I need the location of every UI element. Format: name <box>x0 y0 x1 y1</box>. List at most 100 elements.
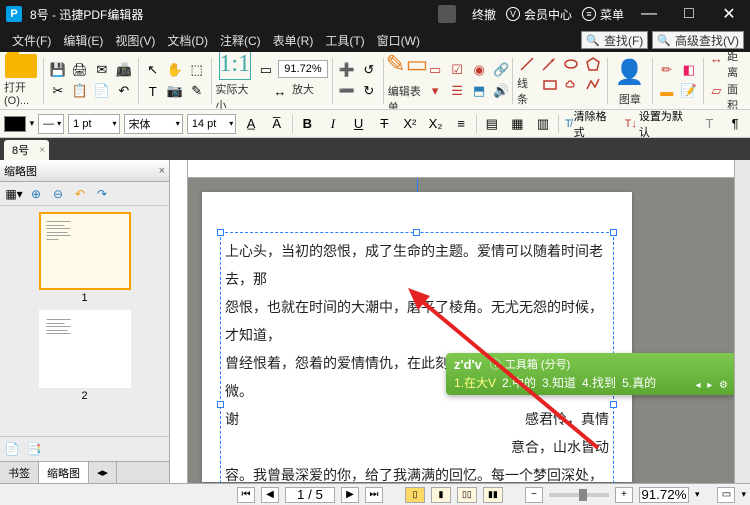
menu-file[interactable]: 文件(F) <box>6 32 57 49</box>
align-left-button[interactable]: ▤ <box>481 114 503 134</box>
decrease-font-button[interactable]: A̲ <box>240 114 262 134</box>
advanced-find-button[interactable]: 🔍高级查找(V) <box>652 31 744 49</box>
menu-comment[interactable]: 注释(C) <box>214 32 267 49</box>
pages-icon[interactable]: 📑 <box>24 439 44 459</box>
line-shape-icon[interactable] <box>517 54 537 74</box>
thumb-rotate-left-icon[interactable]: ↶ <box>70 184 90 204</box>
zoom-in-button[interactable]: + <box>615 487 633 503</box>
scan-icon[interactable]: 📠 <box>114 60 134 80</box>
thumb-zoom-out-icon[interactable]: ⊖ <box>48 184 68 204</box>
edit-form-button[interactable]: ✎▭ 编辑表单 <box>388 52 426 110</box>
button-icon[interactable]: ⬒ <box>469 81 489 101</box>
align-right-button[interactable]: ▥ <box>532 114 554 134</box>
first-page-button[interactable]: ⏮ <box>237 487 255 503</box>
mail-icon[interactable]: ✉ <box>92 60 112 80</box>
resize-handle-nw[interactable] <box>217 229 224 236</box>
zoom-field[interactable] <box>639 487 689 503</box>
close-button[interactable]: ✕ <box>714 4 744 24</box>
line-width-select[interactable]: 1 pt <box>68 114 119 134</box>
text-tool-icon[interactable]: T <box>143 81 163 101</box>
vertical-scrollbar[interactable] <box>734 160 750 483</box>
fit-width-icon[interactable]: ↔ <box>270 81 290 101</box>
zoom-in-button[interactable]: 放大 <box>292 81 314 101</box>
zoom-minus-icon[interactable]: ➖ <box>337 81 357 101</box>
listbox-icon[interactable]: ☰ <box>447 81 467 101</box>
paste-icon[interactable]: 📄 <box>92 81 112 101</box>
zoom-input[interactable] <box>278 60 328 78</box>
zoom-slider[interactable] <box>549 493 609 497</box>
save-icon[interactable]: 💾 <box>48 60 68 80</box>
print-icon[interactable]: 🖨 <box>70 60 90 80</box>
increase-font-button[interactable]: A̅ <box>266 114 288 134</box>
view-single-button[interactable]: ▯ <box>405 487 425 503</box>
subscript-button[interactable]: X₂ <box>425 114 447 134</box>
menu-view[interactable]: 视图(V) <box>109 32 161 49</box>
checkbox-icon[interactable]: ☑ <box>447 60 467 80</box>
textfield-icon[interactable]: ▭ <box>425 60 445 80</box>
resize-handle-w[interactable] <box>217 401 224 408</box>
view-facing-button[interactable]: ▯▯ <box>457 487 477 503</box>
distance-icon[interactable]: ↔ <box>708 52 725 68</box>
last-page-button[interactable]: ⏭ <box>365 487 383 503</box>
ellipse-shape-icon[interactable] <box>561 54 581 74</box>
fill-color-swatch[interactable] <box>4 116 26 132</box>
highlight-icon[interactable]: ▬ <box>657 81 677 101</box>
user-avatar[interactable] <box>438 5 456 23</box>
view-continuous-facing-button[interactable]: ▮▮ <box>483 487 503 503</box>
prev-page-button[interactable]: ◀ <box>261 487 279 503</box>
line-style-select[interactable]: — <box>38 114 64 134</box>
close-tab-icon[interactable]: × <box>39 145 45 156</box>
find-button[interactable]: 🔍查找(F) <box>581 31 648 49</box>
paragraph-button[interactable]: ¶ <box>724 114 746 134</box>
thumbnail-page-1[interactable]: ▬▬▬▬▬▬▬▬▬▬▬▬▬▬▬▬▬▬▬▬▬▬▬▬▬▬▬▬▬▬▬▬▬▬▬▬▬▬▬▬… <box>39 212 131 306</box>
cloud-shape-icon[interactable] <box>562 75 582 95</box>
zoom-out-button[interactable]: − <box>525 487 543 503</box>
hand-icon[interactable]: ✋ <box>165 60 185 80</box>
menu-form[interactable]: 表单(R) <box>267 32 320 49</box>
menu-edit[interactable]: 编辑(E) <box>57 32 109 49</box>
menu-document[interactable]: 文档(D) <box>161 32 214 49</box>
resize-handle-e[interactable] <box>610 401 617 408</box>
open-button[interactable]: 打开(O)... <box>4 54 39 107</box>
superscript-button[interactable]: X² <box>399 114 421 134</box>
ime-cand-5[interactable]: 5.真的 <box>622 374 656 391</box>
tab-bookmark[interactable]: 书签 <box>0 462 39 483</box>
user-name[interactable]: 终撤 <box>472 6 496 23</box>
font-family-select[interactable]: 宋体 <box>124 114 183 134</box>
zoom-plus-icon[interactable]: ➕ <box>337 60 357 80</box>
minimize-button[interactable]: — <box>634 5 664 23</box>
thumb-zoom-in-icon[interactable]: ⊕ <box>26 184 46 204</box>
snapshot-icon[interactable]: 📷 <box>165 81 185 101</box>
rotate-right-icon[interactable]: ↻ <box>359 81 379 101</box>
next-page-button[interactable]: ▶ <box>341 487 359 503</box>
font-size-select[interactable]: 14 pt <box>187 114 236 134</box>
arrow-shape-icon[interactable] <box>539 54 559 74</box>
underline-button[interactable]: U <box>348 114 370 134</box>
link-icon[interactable]: 🔗 <box>491 60 511 80</box>
page-number-field[interactable] <box>285 487 335 503</box>
undo-icon[interactable]: ↶ <box>114 81 134 101</box>
clear-format-button[interactable]: T̸清除格式 <box>563 108 619 140</box>
align-button[interactable]: ≡ <box>450 114 472 134</box>
tab-doc1[interactable]: 8号× <box>4 140 49 160</box>
strike-button[interactable]: T <box>373 114 395 134</box>
actual-size-button[interactable]: 1:1 实际大小 <box>216 52 254 110</box>
copy-icon[interactable]: 📋 <box>70 81 90 101</box>
text-color-button[interactable]: T <box>699 114 721 134</box>
note-icon[interactable]: 📝 <box>679 81 699 101</box>
combobox-icon[interactable]: ▾ <box>425 81 445 101</box>
set-default-button[interactable]: T↓设置为默认 <box>623 108 695 140</box>
page[interactable]: 上心头，当初的怨恨，成了生命的主题。爱情可以随着时间老去，那 怨恨，也就在时间的… <box>202 192 632 482</box>
rotate-left-icon[interactable]: ↺ <box>359 60 379 80</box>
ime-nav[interactable]: ◂ ▸ ⚙ <box>695 380 730 391</box>
pencil-icon[interactable]: ✏ <box>657 60 677 80</box>
edit-text-icon[interactable]: ✎ <box>187 81 207 101</box>
thumb-rotate-right-icon[interactable]: ↷ <box>92 184 112 204</box>
menu-window[interactable]: 窗口(W) <box>371 32 426 49</box>
member-center-button[interactable]: V会员中心 <box>506 6 572 23</box>
sidebar-close-icon[interactable]: × <box>159 165 165 177</box>
resize-handle-ne[interactable] <box>610 229 617 236</box>
thumbnail-page-2[interactable]: ▬▬▬▬▬▬▬▬▬▬▬▬▬▬▬▬▬▬▬▬▬▬▬▬▬▬▬▬▬▬▬▬▬▬▬▬▬ 2 <box>39 310 131 404</box>
ime-cand-2[interactable]: 2.中的 <box>502 374 536 391</box>
area-icon[interactable]: ▱ <box>708 81 725 101</box>
